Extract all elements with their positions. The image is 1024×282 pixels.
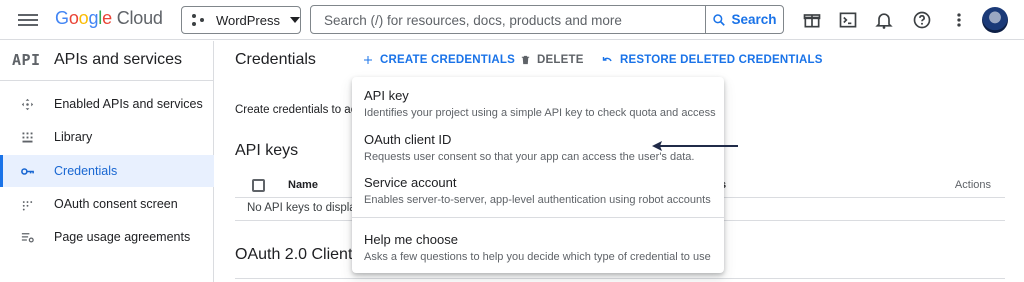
menu-item-title: API key [364,88,409,103]
menu-item-description: Enables server-to-server, app-level auth… [364,194,711,206]
oauth-dots-icon [22,201,33,211]
sidebar-item-enabled-apis[interactable]: Enabled APIs and services [0,88,214,120]
select-all-checkbox[interactable] [252,179,265,192]
gift-icon[interactable] [802,10,822,30]
bell-icon[interactable] [874,10,894,30]
trash-icon [521,55,530,65]
delete-button[interactable]: DELETE [520,54,584,66]
menu-item-description: Identifies your project using a simple A… [364,107,716,119]
more-vert-icon[interactable] [949,10,969,30]
sidebar-title: APIs and services [54,51,183,68]
menu-item-title: Service account [364,175,457,190]
menu-divider [352,217,724,218]
logo-google-text: Google [55,8,112,28]
sidebar-item-library[interactable]: Library [0,121,214,153]
avatar[interactable] [982,7,1008,33]
menu-item-help-me-choose[interactable]: Help me choose Asks a few questions to h… [352,232,724,268]
menu-item-title: OAuth client ID [364,132,452,147]
search-icon [713,13,726,26]
sidebar-item-page-usage[interactable]: Page usage agreements [0,221,214,253]
search-box[interactable]: Search (/) for resources, docs, products… [310,5,784,34]
top-bar: Google Cloud WordPress Search (/) for re… [0,0,1024,40]
undo-icon [602,57,612,62]
project-selector[interactable]: WordPress [181,6,301,34]
sidebar-header: API APIs and services [0,41,214,81]
divider [235,278,1005,279]
terminal-icon[interactable] [838,10,858,30]
sidebar-item-label: OAuth consent screen [54,197,178,211]
project-icon [192,14,206,26]
search-input[interactable]: Search (/) for resources, docs, products… [324,13,622,28]
menu-item-title: Help me choose [364,232,458,247]
logo-cloud-text: Cloud [116,8,163,28]
name-column-header[interactable]: Name [288,179,318,191]
plus-icon [364,56,372,64]
menu-item-api-key[interactable]: API key Identifies your project using a … [352,88,724,124]
annotation-arrow-icon [652,141,738,151]
sidebar: API APIs and services Enabled APIs and s… [0,41,214,282]
sidebar-item-label: Library [54,130,93,144]
search-button-label: Search [731,12,777,27]
restore-label: RESTORE DELETED CREDENTIALS [620,54,823,66]
project-name: WordPress [215,12,280,28]
settings-list-icon [21,233,34,243]
menu-item-service-account[interactable]: Service account Enables server-to-server… [352,175,724,211]
create-credentials-label: CREATE CREDENTIALS [380,54,516,66]
menu-item-description: Asks a few questions to help you decide … [364,251,711,263]
restore-deleted-credentials-button[interactable]: RESTORE DELETED CREDENTIALS [601,54,823,66]
intro-text: Create credentials to ac [235,104,357,116]
empty-state-text: No API keys to displa [247,202,356,214]
menu-item-description: Requests user consent so that your app c… [364,151,695,163]
sidebar-item-label: Credentials [54,164,118,178]
google-cloud-logo[interactable]: Google Cloud [55,8,163,29]
create-credentials-button[interactable]: CREATE CREDENTIALS [362,54,515,66]
oauth-heading: OAuth 2.0 Client I [235,246,362,263]
caret-down-icon [290,17,300,23]
api-badge: API [12,51,41,69]
sidebar-item-label: Page usage agreements [54,230,191,244]
create-credentials-menu: API key Identifies your project using a … [352,77,724,273]
sidebar-item-oauth-consent[interactable]: OAuth consent screen [0,188,214,220]
menu-icon[interactable] [18,11,38,29]
sidebar-item-label: Enabled APIs and services [54,97,203,111]
library-grid-icon [22,132,33,143]
sidebar-item-credentials[interactable]: Credentials [0,155,214,187]
delete-label: DELETE [537,54,584,66]
search-button[interactable]: Search [705,6,783,33]
api-keys-heading: API keys [235,142,299,159]
help-icon[interactable] [912,10,932,30]
page-title: Credentials [235,51,316,68]
key-icon [21,168,34,175]
diamond-arrows-icon [21,98,34,111]
actions-column-header: Actions [954,179,991,191]
